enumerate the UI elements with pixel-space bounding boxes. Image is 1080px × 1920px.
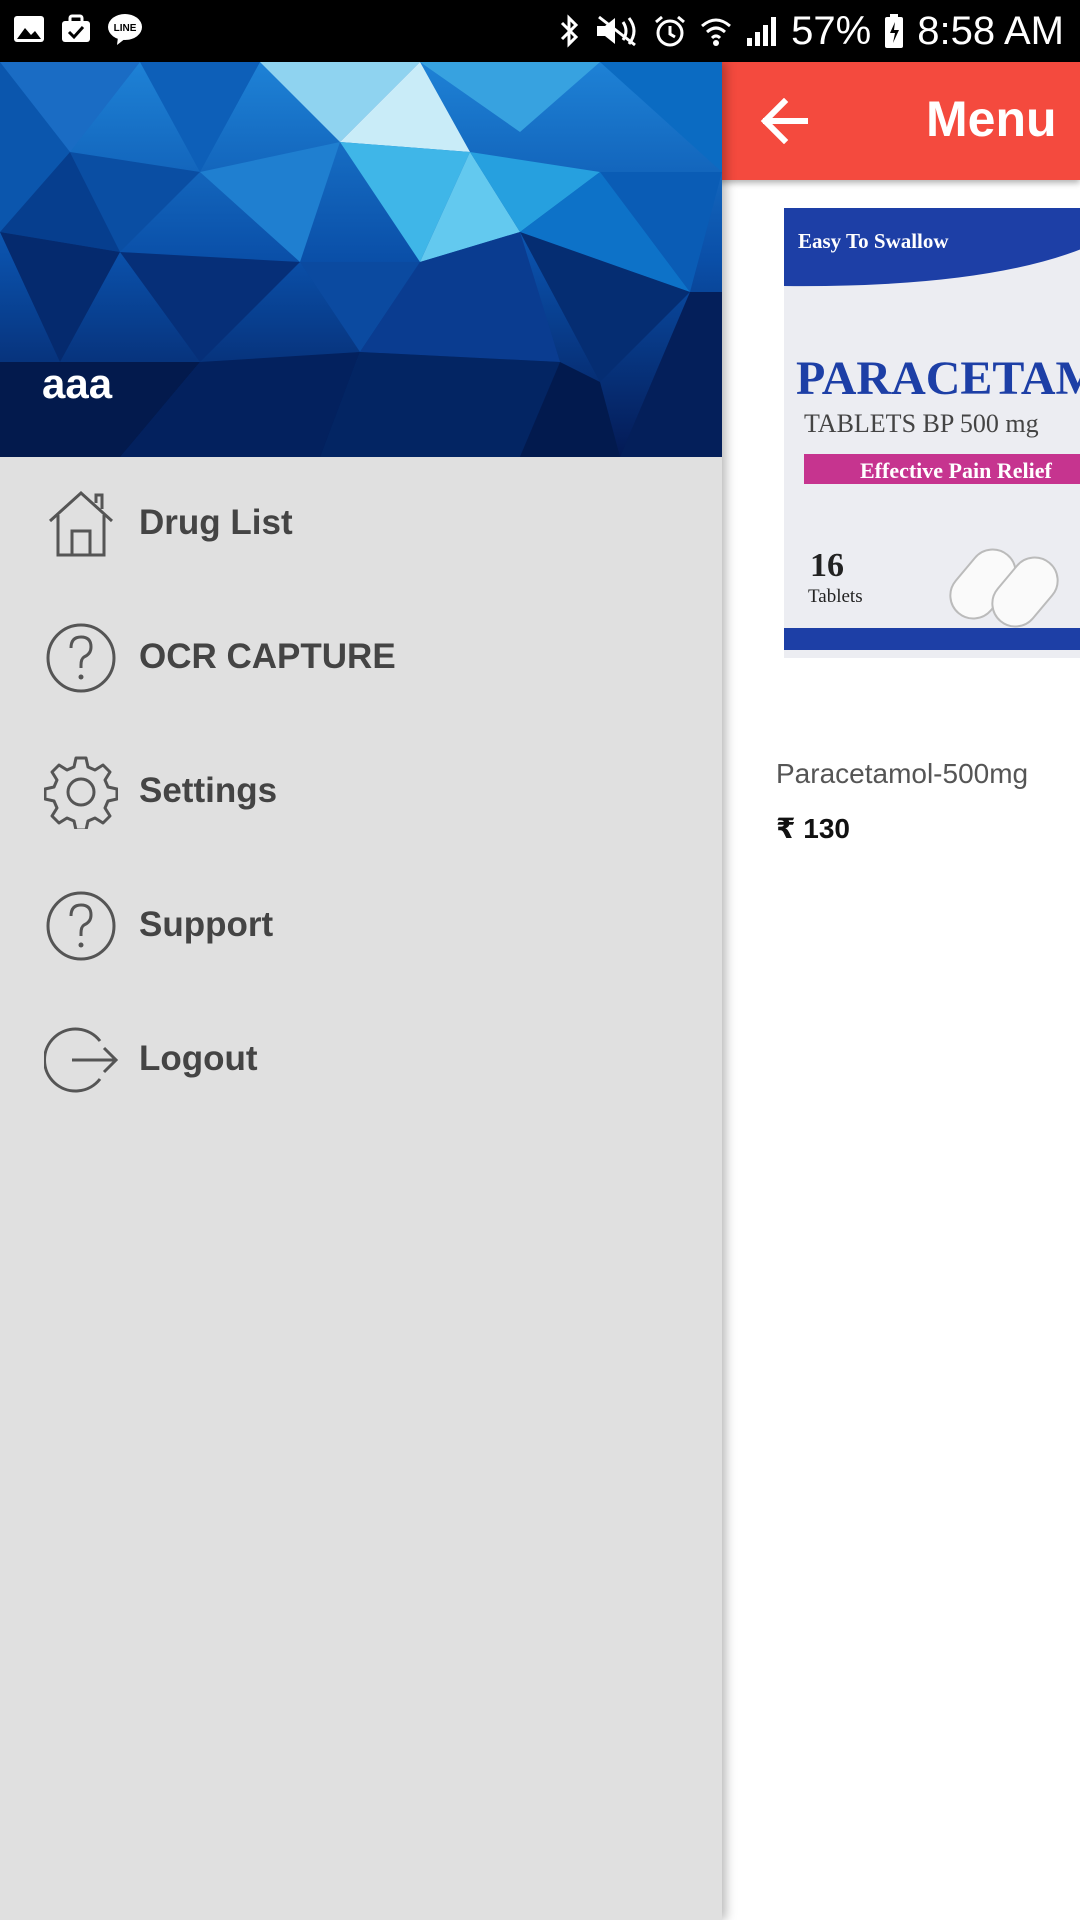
help-circle-icon	[46, 623, 116, 693]
home-icon	[48, 490, 114, 557]
menu-item-ocr-capture[interactable]: OCR CAPTURE	[0, 591, 722, 725]
menu-item-label: Settings	[139, 771, 278, 810]
menu-item-label: Support	[139, 905, 274, 944]
product-image-tagline: Easy To Swallow	[798, 229, 949, 253]
menu-item-logout[interactable]: Logout	[0, 993, 722, 1127]
wifi-icon	[699, 14, 733, 48]
mute-icon	[593, 14, 641, 48]
app-bar-title: Menu	[926, 91, 1057, 147]
user-name: aaa	[42, 360, 113, 407]
menu-item-label: Logout	[139, 1039, 258, 1078]
svg-text:LINE: LINE	[114, 23, 137, 34]
status-right-icons: 57% 8:58 AM	[559, 0, 1064, 62]
briefcase-icon	[60, 13, 92, 45]
navigation-drawer: aaa Drug List OCR CAPTURE Settings Suppo…	[0, 62, 722, 1920]
product-price: ₹ 130	[776, 813, 850, 844]
menu-item-drug-list[interactable]: Drug List	[0, 457, 722, 591]
drawer-header: aaa	[0, 62, 722, 457]
help-circle-icon	[46, 891, 116, 961]
menu-item-support[interactable]: Support	[0, 859, 722, 993]
product-image-count: 16	[810, 547, 844, 584]
menu-item-label: OCR CAPTURE	[139, 637, 396, 676]
clock: 8:58 AM	[917, 8, 1064, 53]
menu-item-label: Drug List	[139, 503, 293, 542]
product-image: Easy To Swallow PARACETAMO TABLETS BP 50…	[784, 208, 1080, 658]
logout-icon	[44, 1027, 118, 1093]
signal-icon	[745, 14, 779, 48]
menu-item-settings[interactable]: Settings	[0, 725, 722, 859]
alarm-icon	[653, 14, 687, 48]
product-image-claim: Effective Pain Relief	[860, 458, 1052, 483]
product-card[interactable]: Easy To Swallow PARACETAMO TABLETS BP 50…	[776, 202, 1080, 902]
image-icon	[12, 14, 46, 44]
line-icon: LINE	[106, 12, 144, 46]
drawer-menu: Drug List OCR CAPTURE Settings Support L…	[0, 457, 722, 1127]
product-name: Paracetamol-500mg	[776, 758, 1029, 789]
status-bar: LINE 57% 8:58 AM	[0, 0, 1080, 62]
product-image-count-unit: Tablets	[808, 586, 863, 607]
status-left-icons: LINE	[12, 12, 144, 46]
product-image-brand: PARACETAMO	[796, 352, 1080, 405]
battery-percent: 57%	[791, 8, 872, 53]
gear-icon	[44, 756, 118, 829]
arrow-left-icon[interactable]	[760, 98, 808, 144]
bluetooth-icon	[559, 14, 581, 48]
product-image-strength: TABLETS BP 500 mg	[804, 409, 1039, 438]
battery-icon	[883, 13, 905, 49]
